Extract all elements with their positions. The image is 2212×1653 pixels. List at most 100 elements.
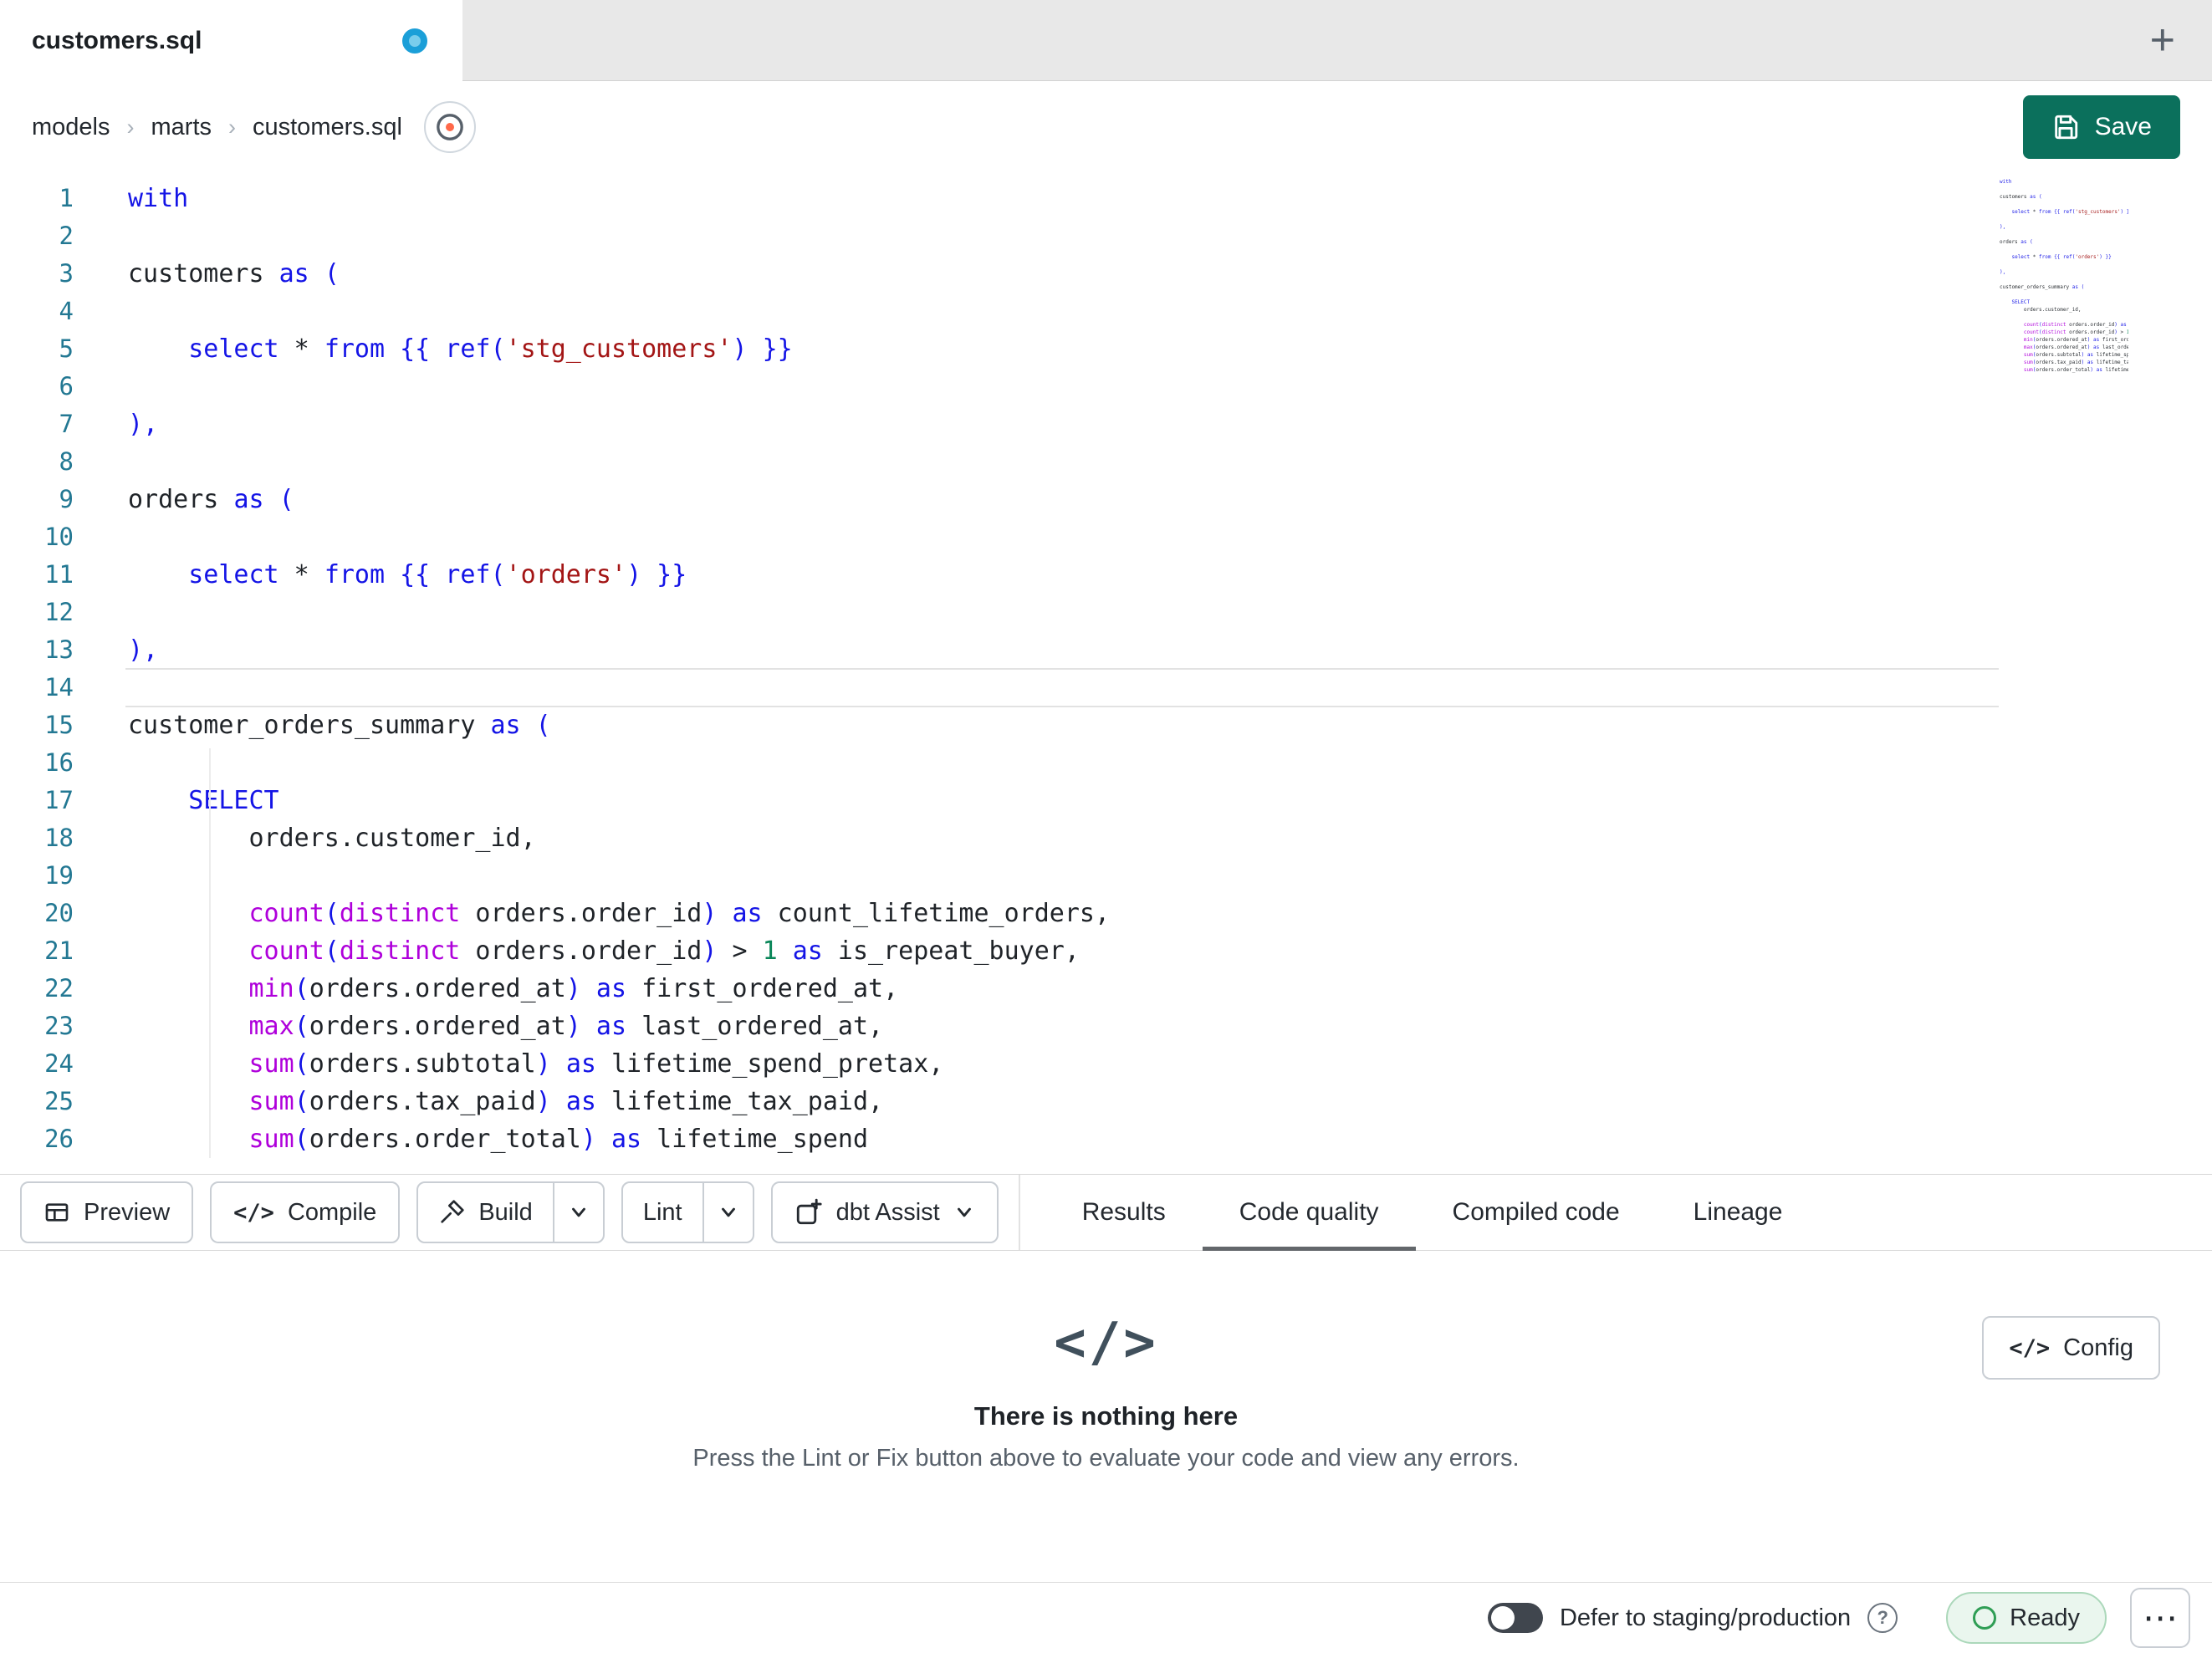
help-icon[interactable]: ? bbox=[1867, 1603, 1898, 1633]
line-number: 21 bbox=[44, 936, 74, 965]
unsaved-indicator-icon bbox=[402, 28, 427, 54]
line-number: 5 bbox=[59, 334, 74, 363]
line-number: 12 bbox=[44, 598, 74, 626]
code-line[interactable]: 1 with bbox=[0, 180, 2212, 217]
indent-guide bbox=[209, 748, 211, 1158]
panel-tab-compiled-code[interactable]: Compiled code bbox=[1416, 1175, 1657, 1250]
line-number: 26 bbox=[44, 1125, 74, 1153]
table-icon bbox=[45, 1203, 69, 1222]
ready-label: Ready bbox=[2010, 1604, 2080, 1631]
panel-tab-lineage[interactable]: Lineage bbox=[1657, 1175, 1820, 1250]
lint-button[interactable]: Lint bbox=[623, 1183, 702, 1242]
code-line[interactable]: 12 bbox=[0, 594, 2212, 631]
line-number: 4 bbox=[59, 297, 74, 325]
panel-tab-code-quality[interactable]: Code quality bbox=[1202, 1175, 1416, 1251]
save-icon bbox=[2054, 115, 2077, 140]
code-line[interactable]: 3 customers as ( bbox=[0, 255, 2212, 293]
code-line[interactable]: 8 bbox=[0, 443, 2212, 481]
code-line[interactable]: 26 sum(orders.order_total) as lifetime_s… bbox=[0, 1120, 2212, 1158]
model-badge-button[interactable] bbox=[423, 101, 476, 153]
code-line[interactable]: 5 select * from {{ ref('stg_customers') … bbox=[0, 330, 2212, 368]
line-number: 13 bbox=[44, 635, 74, 664]
code-line[interactable]: 13), bbox=[0, 631, 2212, 669]
line-number: 25 bbox=[44, 1087, 74, 1115]
new-tab-button[interactable]: + bbox=[2150, 18, 2175, 62]
breadcrumb-separator-icon: › bbox=[126, 114, 135, 140]
code-line[interactable]: 7), bbox=[0, 406, 2212, 443]
preview-button[interactable]: Preview bbox=[20, 1181, 194, 1243]
line-number: 18 bbox=[44, 824, 74, 852]
status-circle-icon bbox=[1973, 1606, 1997, 1630]
build-button-group: Build bbox=[416, 1181, 605, 1243]
code-icon: </> bbox=[233, 1199, 274, 1226]
code-line[interactable]: 24 sum(orders.subtotal) as lifetime_spen… bbox=[0, 1045, 2212, 1083]
tab-customers-sql[interactable]: customers.sql bbox=[0, 0, 462, 81]
line-number: 10 bbox=[44, 523, 74, 551]
editor-tab-bar: customers.sql + bbox=[0, 0, 2212, 81]
code-line[interactable]: 25 sum(orders.tax_paid) as lifetime_tax_… bbox=[0, 1083, 2212, 1120]
file-header-row: models › marts › customers.sql Save bbox=[0, 81, 2212, 173]
code-quality-panel: </> Config </> There is nothing here Pre… bbox=[0, 1251, 2212, 1582]
breadcrumb: models › marts › customers.sql bbox=[32, 114, 402, 141]
result-tabs: Results Code quality Compiled code Lineage bbox=[1020, 1175, 1820, 1251]
tab-title: customers.sql bbox=[32, 26, 202, 54]
code-line[interactable]: 6 bbox=[0, 368, 2212, 406]
code-line[interactable]: 14 bbox=[0, 668, 2212, 707]
code-line[interactable]: 11 select * from {{ ref('orders') }} bbox=[0, 556, 2212, 594]
compile-label: Compile bbox=[287, 1198, 377, 1226]
empty-state-subtitle: Press the Lint or Fix button above to ev… bbox=[692, 1445, 1520, 1472]
code-line[interactable]: 20 count(distinct orders.order_id) as co… bbox=[0, 895, 2212, 932]
code-line[interactable]: 21 count(distinct orders.order_id) > 1 a… bbox=[0, 932, 2212, 970]
line-number: 8 bbox=[59, 447, 74, 476]
code-line[interactable]: 2 bbox=[0, 217, 2212, 255]
line-number: 1 bbox=[59, 184, 74, 212]
defer-toggle-group: Defer to staging/production ? bbox=[1487, 1603, 1898, 1633]
defer-toggle[interactable] bbox=[1487, 1603, 1543, 1633]
empty-state-title: There is nothing here bbox=[973, 1401, 1239, 1431]
lint-dropdown-button[interactable] bbox=[704, 1183, 753, 1242]
code-line[interactable]: 15 customer_orders_summary as ( bbox=[0, 707, 2212, 744]
chevron-down-icon bbox=[571, 1207, 585, 1217]
compile-button[interactable]: </> Compile bbox=[210, 1181, 401, 1243]
dbt-model-icon bbox=[437, 114, 463, 140]
build-button[interactable]: Build bbox=[418, 1183, 553, 1242]
minimap-content: with customers as ( select * from {{ ref(… bbox=[2000, 179, 2128, 373]
build-label: Build bbox=[478, 1198, 533, 1226]
minimap[interactable]: with customers as ( select * from {{ ref(… bbox=[2000, 178, 2128, 382]
code-line[interactable]: 19 bbox=[0, 857, 2212, 895]
code-line[interactable]: 17 SELECT bbox=[0, 782, 2212, 819]
build-dropdown-button[interactable] bbox=[554, 1183, 603, 1242]
line-number: 24 bbox=[44, 1049, 74, 1078]
assist-sparkle-icon bbox=[796, 1198, 822, 1225]
more-options-button[interactable]: ⋯ bbox=[2130, 1588, 2190, 1648]
code-line[interactable]: 10 bbox=[0, 518, 2212, 556]
code-line[interactable]: 23 max(orders.ordered_at) as last_ordere… bbox=[0, 1008, 2212, 1045]
code-line[interactable]: 16 bbox=[0, 744, 2212, 782]
editor-toolbar: Preview </> Compile Build Lint dbt Assis… bbox=[0, 1174, 2212, 1251]
ready-status-badge[interactable]: Ready bbox=[1946, 1592, 2107, 1644]
line-number: 22 bbox=[44, 974, 74, 1003]
code-icon-large: </> bbox=[1054, 1312, 1158, 1374]
line-number: 14 bbox=[44, 673, 74, 702]
code-line[interactable]: 4 bbox=[0, 293, 2212, 330]
line-number: 9 bbox=[59, 485, 74, 513]
code-line[interactable]: 22 min(orders.ordered_at) as first_order… bbox=[0, 970, 2212, 1008]
breadcrumb-item[interactable]: customers.sql bbox=[253, 114, 402, 141]
code-icon: </> bbox=[2009, 1334, 2051, 1361]
line-number: 11 bbox=[44, 560, 74, 589]
code-editor[interactable]: 1 with 2 3 customers as ( 4 5 select * from {{… bbox=[0, 173, 2212, 1174]
code-line[interactable]: 9 orders as ( bbox=[0, 481, 2212, 518]
panel-tab-results[interactable]: Results bbox=[1045, 1175, 1203, 1250]
chevron-down-icon bbox=[957, 1207, 971, 1217]
dbt-assist-label: dbt Assist bbox=[835, 1198, 940, 1226]
hammer-icon bbox=[441, 1200, 464, 1223]
config-button[interactable]: </> Config bbox=[1982, 1316, 2160, 1380]
line-number: 19 bbox=[44, 861, 74, 890]
dbt-assist-button[interactable]: dbt Assist bbox=[770, 1181, 999, 1243]
save-button[interactable]: Save bbox=[2022, 95, 2180, 159]
code-line[interactable]: 18 orders.customer_id, bbox=[0, 819, 2212, 857]
breadcrumb-item[interactable]: models bbox=[32, 114, 110, 141]
lint-button-group: Lint bbox=[621, 1181, 754, 1243]
breadcrumb-item[interactable]: marts bbox=[151, 114, 212, 141]
config-label: Config bbox=[2063, 1334, 2133, 1361]
